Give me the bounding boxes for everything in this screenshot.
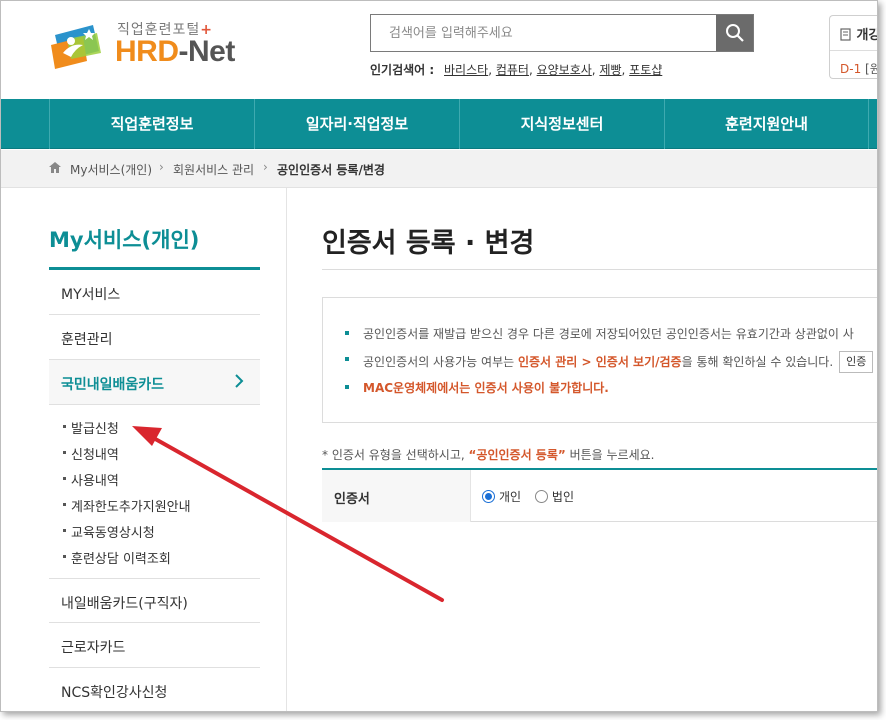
logo-mark-icon	[51, 25, 101, 69]
document-icon	[840, 28, 851, 41]
popular-keywords: 인기검색어 : 바리스타, 컴퓨터, 요양보호사, 제빵, 포토샵	[370, 63, 663, 77]
side-menu-item-training[interactable]: 훈련관리	[49, 315, 260, 360]
form-label: 인증서	[322, 470, 471, 522]
side-menu-title: My서비스(개인)	[49, 228, 200, 252]
radio-personal[interactable]	[482, 490, 495, 503]
notice-line: 공인인증서를 재발급 받으신 경우 다른 경로에 저장되어있던 공인인증서는 유…	[345, 325, 854, 342]
radio-corporate-label[interactable]: 법인	[552, 490, 574, 504]
nav-training-info[interactable]: 직업훈련정보	[49, 99, 254, 149]
widget-dday: D-1 [원	[840, 62, 877, 76]
widget-divider	[830, 50, 877, 51]
side-menu-item-my-service[interactable]: MY서비스	[49, 270, 260, 315]
breadcrumb-item[interactable]: My서비스(개인)	[70, 161, 152, 178]
side-menu: My서비스(개인) MY서비스 훈련관리 국민내일배움카드 발급신청 신청내역 …	[49, 188, 260, 711]
side-menu-item-national-card[interactable]: 국민내일배움카드	[49, 360, 260, 405]
popular-keywords-label: 인기검색어 :	[370, 63, 435, 77]
chevron-right-icon: ›	[263, 160, 268, 174]
instruction-text: * 인증서 유형을 선택하시고, “공인인증서 등록” 버튼을 누르세요.	[322, 448, 655, 462]
cert-type-form: 인증서 개인 법인	[322, 468, 877, 522]
title-divider	[322, 269, 877, 270]
side-menu-item-jobseeker-card[interactable]: 내일배움카드(구직자)	[49, 578, 260, 623]
submenu-item-history[interactable]: 신청내역	[63, 444, 119, 463]
search-box	[370, 14, 754, 52]
popular-keyword-link[interactable]: 제빵	[599, 63, 621, 77]
search-input[interactable]	[371, 15, 717, 51]
chevron-right-icon	[235, 374, 244, 388]
side-menu-item-worker-card[interactable]: 근로자카드	[49, 623, 260, 668]
notice-line: 공인인증서의 사용가능 여부는 인증서 관리 > 인증서 보기/검증을 통해 확…	[345, 351, 874, 373]
submenu-item-usage[interactable]: 사용내역	[63, 470, 119, 489]
search-icon	[725, 24, 744, 42]
page-title: 인증서 등록 · 변경	[322, 228, 535, 259]
breadcrumb: My서비스(개인) › 회원서비스 관리 › 공인인증서 등록/변경	[1, 150, 877, 188]
nav-jobs-info[interactable]: 일자리·직업정보	[254, 99, 459, 149]
cert-check-button[interactable]: 인증	[839, 351, 874, 373]
breadcrumb-current: 공인인증서 등록/변경	[277, 163, 385, 177]
popular-keyword-link[interactable]: 바리스타	[444, 63, 488, 77]
popular-keyword-link[interactable]: 포토샵	[629, 63, 662, 77]
notice-emphasis: 인증서 관리 > 인증서 보기/검증	[517, 354, 682, 369]
submenu-item-limit-info[interactable]: 계좌한도추가지원안내	[63, 496, 191, 515]
notice-warning: MAC운영체제에서는 인증서 사용이 불가합니다.	[345, 379, 609, 396]
popular-keyword-link[interactable]: 컴퓨터	[496, 63, 529, 77]
hrd-net-logo[interactable]: 직업훈련포털+ HRD-Net	[49, 17, 249, 77]
chevron-right-icon: ›	[159, 160, 164, 174]
cert-type-radio-group: 개인 법인	[482, 488, 584, 505]
opening-soon-widget[interactable]: 개강 D-1 [원	[829, 15, 877, 79]
submenu-item-counsel-history[interactable]: 훈련상담 이력조회	[63, 548, 171, 567]
notice-box: 공인인증서를 재발급 받으신 경우 다른 경로에 저장되어있던 공인인증서는 유…	[322, 297, 877, 423]
home-icon[interactable]	[49, 162, 61, 173]
logo-wordmark: HRD-Net	[115, 35, 235, 68]
site-header: 직업훈련포털+ HRD-Net 인기검색어 : 바리스타, 컴퓨터, 요양보호사…	[1, 1, 877, 99]
breadcrumb-item[interactable]: 회원서비스 관리	[173, 161, 254, 178]
side-menu-item-ncs-instructor[interactable]: NCS확인강사신청	[49, 668, 260, 711]
nav-knowledge-center[interactable]: 지식정보센터	[459, 99, 664, 149]
widget-title: 개강	[840, 24, 877, 43]
search-button[interactable]	[716, 15, 753, 51]
radio-corporate[interactable]	[534, 490, 548, 503]
browser-viewport: 직업훈련포털+ HRD-Net 인기검색어 : 바리스타, 컴퓨터, 요양보호사…	[0, 0, 878, 712]
column-divider	[286, 188, 287, 711]
submenu-item-apply[interactable]: 발급신청	[63, 418, 119, 437]
nav-training-support[interactable]: 훈련지원안내	[664, 99, 869, 149]
submenu-item-video[interactable]: 교육동영상시청	[63, 522, 155, 541]
main-nav: 직업훈련정보 일자리·직업정보 지식정보센터 훈련지원안내	[1, 99, 877, 149]
radio-personal-label[interactable]: 개인	[499, 490, 521, 504]
side-submenu: 발급신청 신청내역 사용내역 계좌한도추가지원안내 교육동영상시청 훈련상담 이…	[49, 414, 260, 579]
popular-keyword-link[interactable]: 요양보호사	[537, 63, 592, 77]
